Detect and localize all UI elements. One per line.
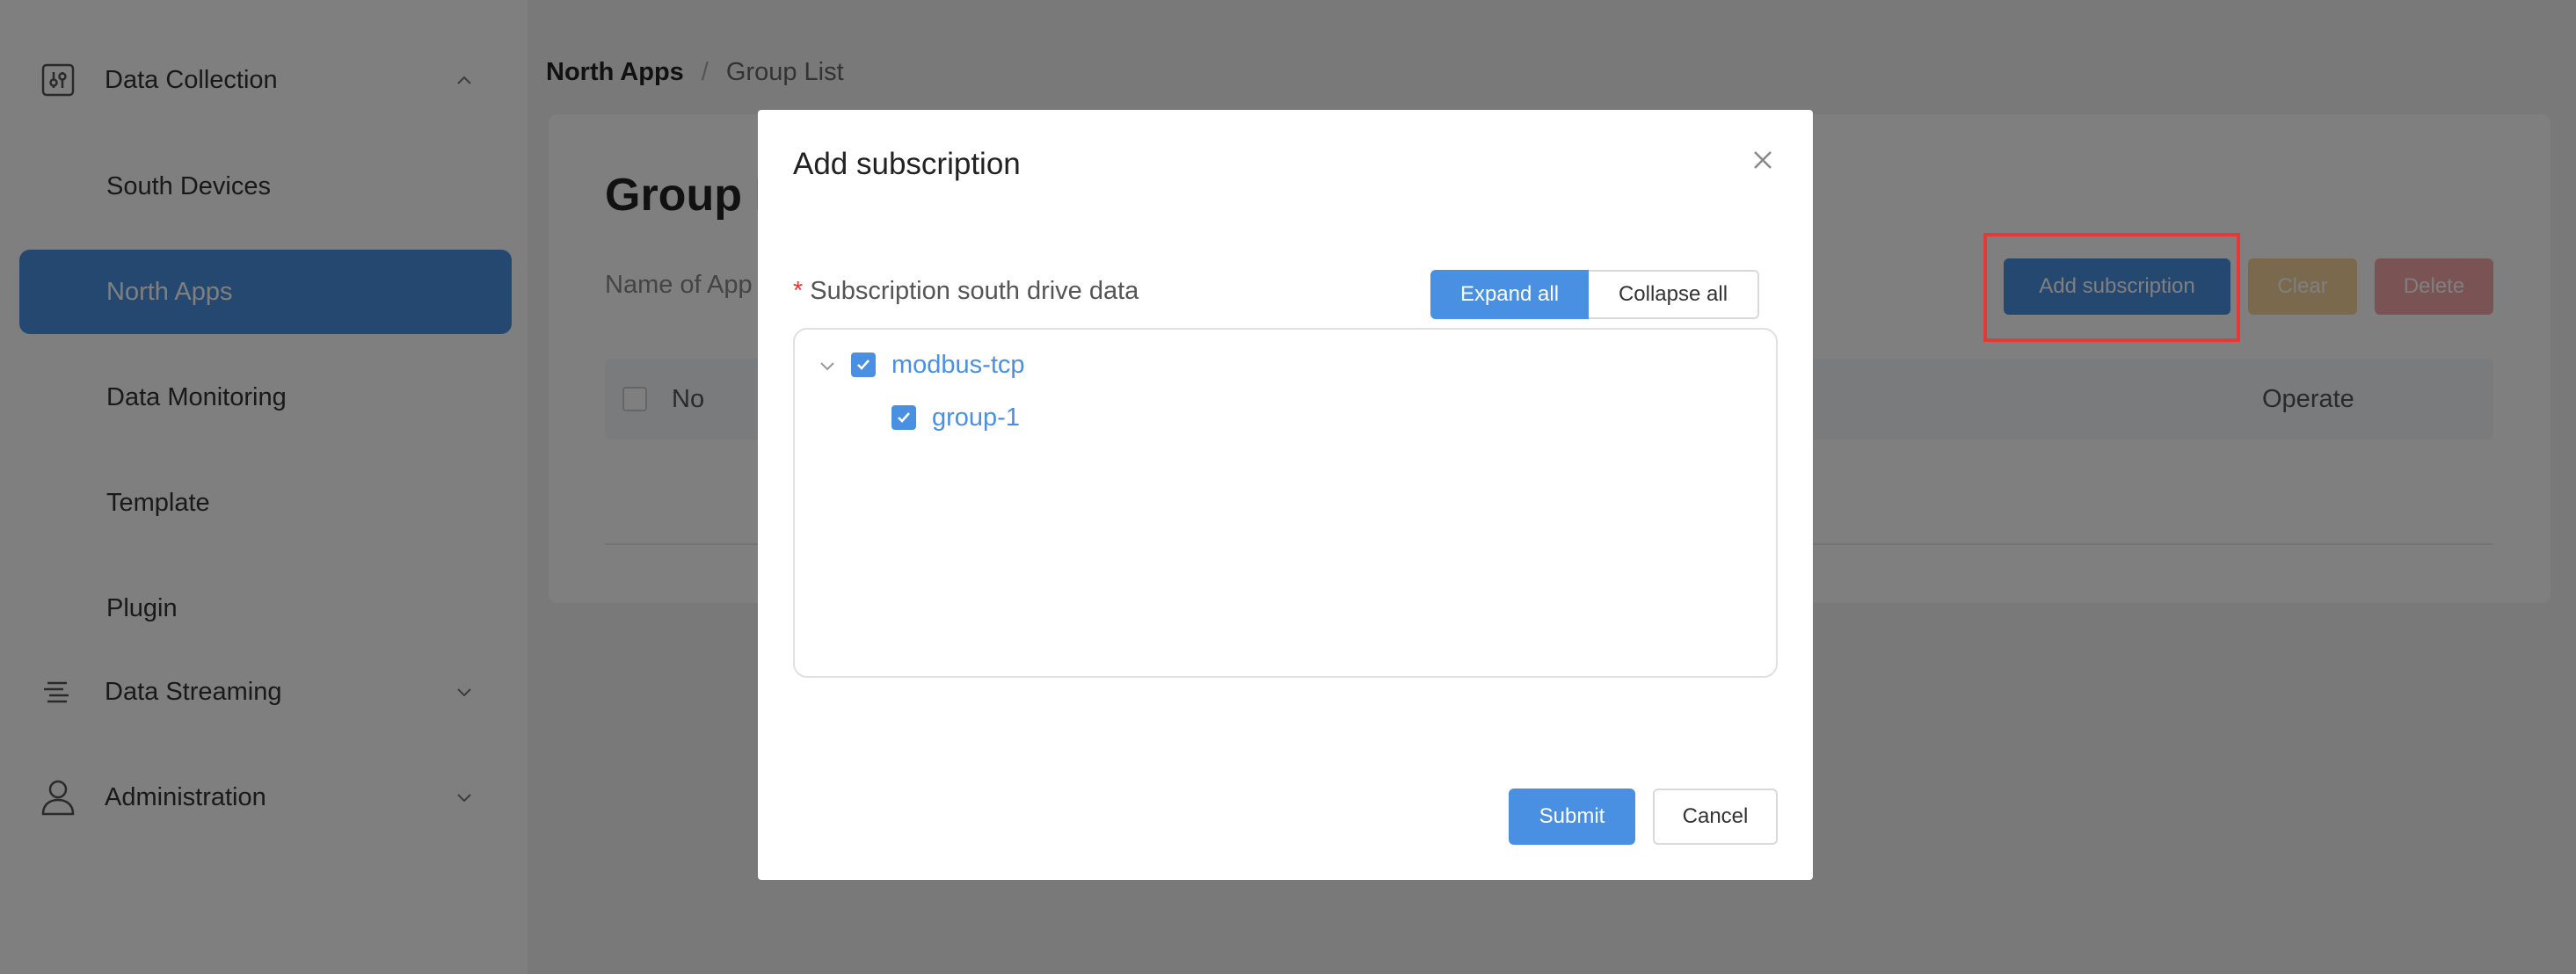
add-subscription-dialog: Add subscription * Subscription south dri… <box>758 110 1813 880</box>
close-icon[interactable] <box>1750 147 1776 173</box>
tree-node-label[interactable]: modbus-tcp <box>891 351 1025 380</box>
tree-expand-chevron-icon[interactable] <box>818 356 837 375</box>
submit-button[interactable]: Submit <box>1509 789 1635 845</box>
tree-node-checkbox[interactable] <box>851 353 876 377</box>
dialog-title: Add subscription <box>793 147 1021 181</box>
cancel-button[interactable]: Cancel <box>1653 789 1778 845</box>
highlight-annotation-box <box>1983 233 2240 342</box>
subscription-tree: modbus-tcp group-1 <box>793 328 1778 678</box>
tree-node-modbus-tcp[interactable]: modbus-tcp <box>851 347 1025 382</box>
subscription-field-label: * Subscription south drive data <box>793 277 1139 306</box>
expand-all-button[interactable]: Expand all <box>1430 270 1589 319</box>
required-mark: * <box>793 277 804 305</box>
tree-node-label[interactable]: group-1 <box>932 403 1020 432</box>
tree-node-checkbox[interactable] <box>891 405 916 430</box>
collapse-all-button[interactable]: Collapse all <box>1589 270 1759 319</box>
field-label-text: Subscription south drive data <box>810 277 1139 305</box>
tree-node-group-1[interactable]: group-1 <box>891 400 1020 435</box>
